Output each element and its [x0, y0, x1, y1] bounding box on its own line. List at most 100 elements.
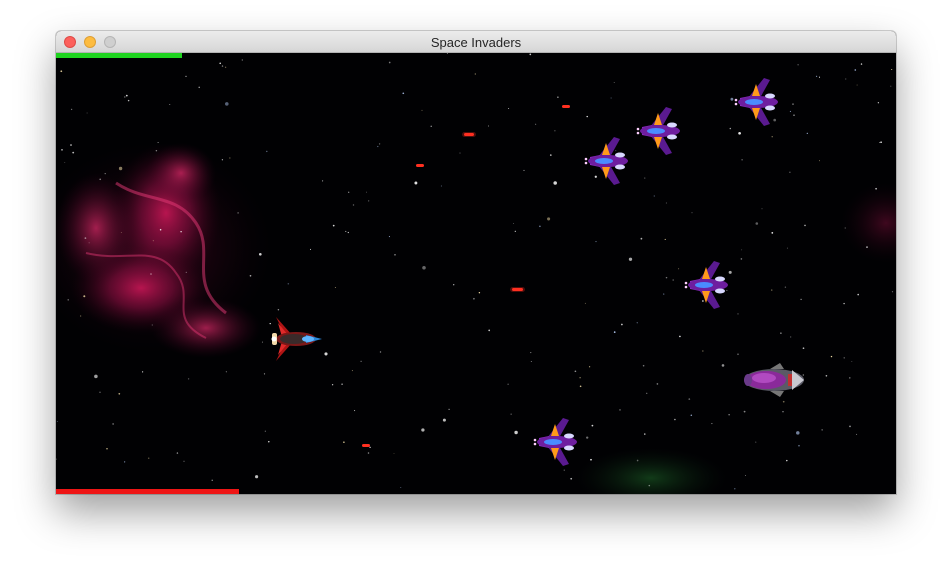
star — [796, 431, 800, 435]
star — [821, 429, 823, 431]
star — [106, 448, 108, 450]
star — [640, 237, 643, 240]
star — [789, 110, 791, 112]
star — [610, 97, 612, 99]
star — [368, 200, 370, 202]
laser-bolt — [510, 287, 525, 292]
star — [665, 276, 668, 279]
star — [726, 289, 728, 291]
red-nebula — [56, 143, 271, 358]
star — [94, 374, 98, 379]
star — [844, 227, 846, 229]
star — [56, 458, 57, 460]
star — [67, 299, 69, 301]
star — [514, 430, 518, 435]
title-bar[interactable]: Space Invaders — [56, 31, 896, 53]
star — [584, 302, 586, 304]
star — [83, 295, 86, 298]
star — [118, 392, 121, 395]
star — [152, 240, 154, 242]
star — [104, 172, 106, 175]
star — [856, 433, 858, 435]
star — [843, 302, 845, 305]
player-health-bar — [56, 53, 182, 58]
star — [347, 231, 349, 234]
star — [648, 484, 651, 487]
star — [84, 237, 87, 239]
star — [157, 142, 159, 143]
laser-bolt — [362, 444, 370, 447]
star — [691, 212, 693, 214]
laser-bolt — [416, 164, 424, 167]
star — [348, 191, 350, 193]
star — [530, 361, 532, 362]
game-canvas[interactable] — [56, 53, 896, 494]
star — [147, 457, 150, 460]
enemy-ship — [684, 261, 728, 309]
star — [343, 441, 345, 443]
star — [594, 175, 597, 178]
star — [488, 329, 491, 332]
star — [388, 236, 390, 238]
enemy-fleet — [533, 78, 778, 466]
star — [554, 130, 556, 132]
star — [187, 378, 190, 380]
laser-bolts — [362, 105, 570, 447]
star — [636, 322, 638, 324]
star — [574, 370, 577, 373]
star — [663, 293, 665, 295]
star — [553, 181, 557, 185]
star — [711, 423, 713, 425]
star — [440, 185, 442, 187]
star — [125, 94, 128, 97]
star — [721, 364, 725, 367]
star — [514, 230, 516, 232]
star — [761, 208, 763, 210]
star — [287, 283, 290, 285]
star — [771, 289, 773, 291]
star — [891, 68, 893, 71]
star — [547, 217, 551, 221]
star — [857, 293, 859, 296]
star — [570, 477, 573, 480]
star — [269, 322, 271, 325]
star — [473, 297, 475, 300]
star — [99, 391, 101, 394]
star — [784, 286, 787, 288]
star — [393, 453, 395, 454]
enemy-ship — [636, 107, 680, 155]
star — [771, 136, 773, 138]
star — [804, 224, 806, 227]
star — [345, 230, 347, 232]
star — [557, 96, 559, 98]
star — [619, 409, 621, 411]
star — [88, 242, 90, 244]
star — [141, 371, 144, 373]
star — [459, 152, 461, 154]
star — [124, 96, 126, 98]
star — [880, 141, 882, 144]
enemy-ship — [533, 418, 577, 466]
star — [351, 370, 353, 372]
star — [331, 384, 334, 386]
star — [422, 266, 426, 270]
star — [875, 187, 877, 190]
star — [800, 298, 802, 301]
star — [595, 241, 597, 243]
star — [241, 59, 243, 61]
star — [127, 99, 130, 102]
star — [679, 335, 681, 338]
star — [421, 109, 423, 111]
enemy-ship — [584, 137, 628, 185]
star — [508, 107, 510, 110]
star — [797, 64, 799, 66]
star — [798, 444, 800, 447]
star — [352, 204, 355, 206]
star — [771, 232, 774, 234]
star — [430, 125, 432, 127]
star — [513, 223, 515, 225]
star — [744, 474, 746, 476]
star — [442, 418, 446, 422]
star — [825, 374, 828, 377]
star — [60, 70, 63, 73]
